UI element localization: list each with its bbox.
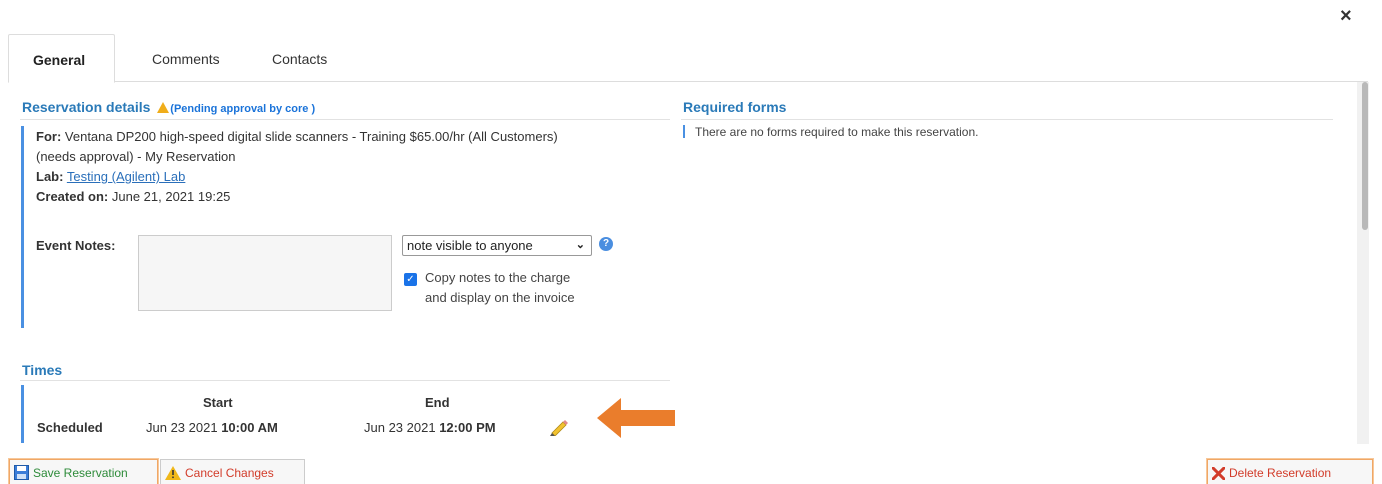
reservation-details-label: Reservation details: [22, 99, 151, 115]
end-datetime: Jun 23 2021 12:00 PM: [364, 420, 496, 435]
for-label: For:: [36, 129, 62, 144]
divider: [20, 380, 670, 381]
delete-reservation-label: Delete Reservation: [1229, 466, 1332, 480]
details-accent-bar: [21, 126, 24, 328]
scrollbar-thumb[interactable]: [1362, 82, 1368, 230]
required-forms-title: Required forms: [683, 99, 787, 115]
pencil-icon[interactable]: [549, 418, 569, 436]
help-icon[interactable]: ?: [599, 237, 613, 251]
start-date: Jun 23 2021: [146, 420, 218, 435]
start-time: 10:00 AM: [221, 420, 278, 435]
created-field: Created on: June 21, 2021 19:25: [36, 187, 646, 207]
note-visibility-select[interactable]: note visible to anyone ⌄: [402, 235, 592, 256]
for-value-line1: Ventana DP200 high-speed digital slide s…: [64, 129, 558, 144]
reservation-details-title: Reservation details (Pending approval by…: [22, 99, 315, 115]
times-accent-bar: [21, 385, 24, 443]
end-date: Jun 23 2021: [364, 420, 436, 435]
delete-x-icon: [1212, 467, 1225, 480]
lab-field: Lab: Testing (Agilent) Lab: [36, 167, 646, 187]
required-forms-message: There are no forms required to make this…: [695, 125, 979, 139]
for-value-line2: (needs approval) - My Reservation: [36, 149, 236, 164]
delete-reservation-button[interactable]: Delete Reservation: [1207, 459, 1373, 484]
save-icon: [14, 465, 29, 480]
copy-notes-label: Copy notes to the charge and display on …: [425, 270, 575, 305]
end-header: End: [425, 395, 450, 410]
close-icon[interactable]: ×: [1340, 6, 1352, 26]
divider: [681, 119, 1333, 120]
scheduled-label: Scheduled: [37, 420, 103, 435]
for-field: For: Ventana DP200 high-speed digital sl…: [36, 127, 646, 167]
chevron-down-icon: ⌄: [575, 239, 585, 251]
pending-status: (Pending approval by core ): [170, 103, 316, 115]
tab-comments[interactable]: Comments: [128, 34, 244, 82]
tab-general[interactable]: General: [8, 34, 115, 83]
tab-bar: General Comments Contacts: [8, 34, 1368, 83]
lab-label: Lab:: [36, 169, 64, 184]
cancel-changes-label: Cancel Changes: [185, 466, 274, 480]
lab-link[interactable]: Testing (Agilent) Lab: [67, 169, 186, 184]
save-reservation-label: Save Reservation: [33, 466, 128, 480]
copy-notes-checkbox[interactable]: ✓: [404, 273, 417, 286]
event-notes-label: Event Notes:: [36, 238, 116, 253]
cancel-changes-button[interactable]: Cancel Changes: [160, 459, 305, 484]
created-label: Created on:: [36, 189, 109, 204]
start-datetime: Jun 23 2021 10:00 AM: [146, 420, 278, 435]
times-title: Times: [22, 362, 63, 378]
created-value: June 21, 2021 19:25: [111, 189, 231, 204]
tab-contacts[interactable]: Contacts: [248, 34, 351, 82]
end-time: 12:00 PM: [439, 420, 496, 435]
divider: [20, 119, 670, 120]
warning-icon: [165, 466, 181, 480]
warning-icon: [157, 102, 170, 113]
arrow-left-icon: [597, 398, 675, 438]
event-notes-input[interactable]: [138, 235, 392, 311]
save-reservation-button[interactable]: Save Reservation: [9, 459, 158, 484]
start-header: Start: [203, 395, 233, 410]
note-visibility-value: note visible to anyone: [407, 238, 533, 253]
forms-accent-bar: [683, 125, 685, 138]
